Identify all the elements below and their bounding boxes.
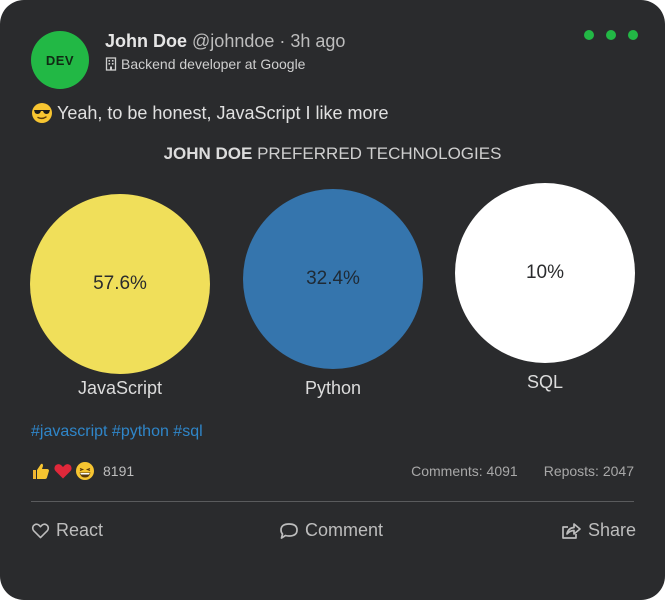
author-role-text: Backend developer at Google xyxy=(121,56,306,72)
chart-circle-python: 32.4% xyxy=(243,189,423,369)
reactions-summary[interactable]: 8191 xyxy=(31,461,134,481)
share-arrow-icon xyxy=(560,521,582,540)
comment-button[interactable]: Comment xyxy=(279,520,383,541)
comment-label: Comment xyxy=(305,520,384,540)
more-options-icon[interactable] xyxy=(584,30,638,40)
heart-emoji-icon xyxy=(53,461,73,481)
chart-value-label: 10% xyxy=(525,262,565,283)
author-name[interactable]: John Doe xyxy=(105,31,187,51)
share-button[interactable]: Share xyxy=(560,520,636,541)
post-card: DEV John Doe @johndoe · 3h ago Backend d… xyxy=(0,0,665,600)
post-text: Yeah, to be honest, JavaScript I like mo… xyxy=(31,102,389,124)
more-dot xyxy=(584,30,594,40)
chart-value-label: 32.4% xyxy=(306,268,360,289)
chart-value-label: 57.6% xyxy=(93,273,147,294)
author-role: Backend developer at Google xyxy=(105,56,305,72)
react-button[interactable]: React xyxy=(31,520,103,541)
sunglasses-emoji-icon xyxy=(31,102,53,124)
avatar[interactable]: DEV xyxy=(31,31,89,89)
chart-category-label: SQL xyxy=(526,372,564,392)
chart-title-bold: JOHN DOE xyxy=(163,144,253,163)
building-icon xyxy=(105,57,117,71)
chart-title: JOHN DOE PREFERRED TECHNOLOGIES xyxy=(0,144,665,164)
chart-category-label: Python xyxy=(304,378,362,398)
react-label: React xyxy=(56,520,104,540)
chart-category-label: JavaScript xyxy=(77,378,163,398)
comments-count[interactable]: Comments: 4091 xyxy=(411,463,518,479)
reaction-count: 8191 xyxy=(103,463,135,479)
hashtags[interactable]: #javascript #python #sql xyxy=(31,423,203,441)
reposts-count[interactable]: Reposts: 2047 xyxy=(544,463,634,479)
more-dot xyxy=(606,30,616,40)
chart-circle-javascript: 57.6% xyxy=(30,194,210,374)
post-time: · 3h ago xyxy=(279,31,346,51)
post-stats: Comments: 4091 Reposts: 2047 xyxy=(411,463,634,479)
divider xyxy=(31,501,634,502)
post-header: John Doe @johndoe · 3h ago xyxy=(105,31,345,52)
comment-bubble-icon xyxy=(279,522,299,540)
more-dot xyxy=(628,30,638,40)
author-handle[interactable]: @johndoe xyxy=(192,31,274,51)
chart-circle-sql: 10% xyxy=(455,183,635,363)
share-label: Share xyxy=(588,520,637,540)
post-text-content: Yeah, to be honest, JavaScript I like mo… xyxy=(57,102,389,123)
thumbs-up-emoji-icon xyxy=(31,461,51,481)
chart-title-rest: PREFERRED TECHNOLOGIES xyxy=(252,144,502,163)
heart-outline-icon xyxy=(31,522,50,539)
laughing-emoji-icon xyxy=(75,461,95,481)
